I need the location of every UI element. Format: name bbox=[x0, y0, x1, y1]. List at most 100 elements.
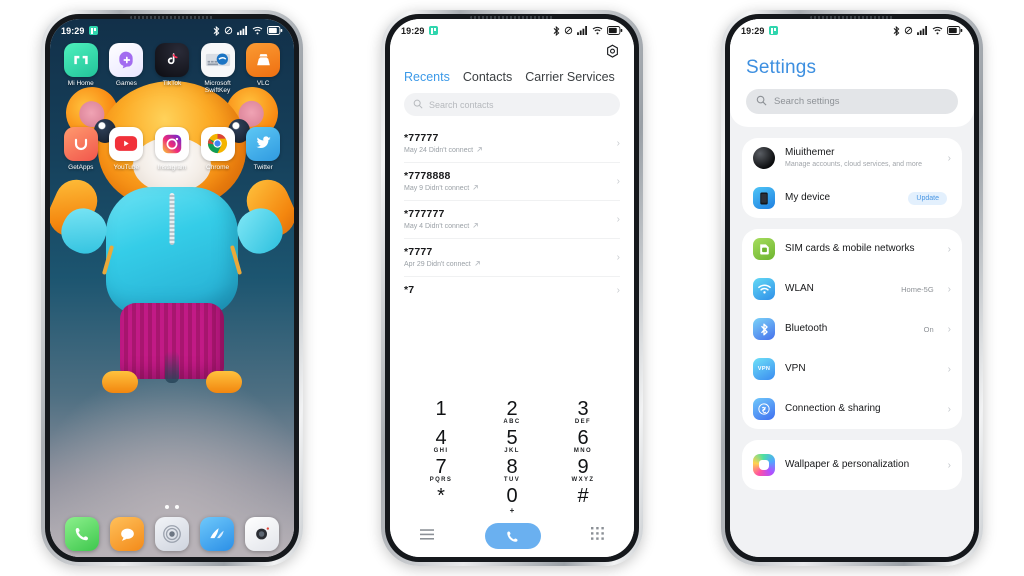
chevron-right-icon: › bbox=[947, 243, 951, 255]
phone-app[interactable] bbox=[65, 517, 100, 551]
home-dock bbox=[50, 517, 294, 551]
app-getapps[interactable]: GetApps bbox=[61, 126, 101, 171]
app-chrome[interactable]: Chrome bbox=[198, 126, 238, 171]
dialpad-key-1[interactable]: 1 bbox=[412, 398, 470, 426]
tab-carrier-services[interactable]: Carrier Services bbox=[525, 70, 615, 84]
page-dot bbox=[165, 505, 169, 509]
app-label: Twitter bbox=[253, 163, 273, 171]
call-log-row[interactable]: *77777 May 24 Didn't connect › bbox=[390, 125, 634, 162]
tab-recents[interactable]: Recents bbox=[404, 70, 450, 84]
settings-item-text: Miuithemer Manage accounts, cloud servic… bbox=[785, 147, 938, 169]
status-bar-left: 19:29 bbox=[741, 26, 778, 36]
silent-mode-icon bbox=[224, 26, 233, 35]
settings-item-miuithemer[interactable]: Miuithemer Manage accounts, cloud servic… bbox=[742, 138, 962, 178]
menu-icon[interactable] bbox=[420, 527, 434, 545]
app-youtube[interactable]: YouTube bbox=[106, 126, 146, 171]
settings-group-account: Miuithemer Manage accounts, cloud servic… bbox=[742, 138, 962, 219]
earpiece-grille bbox=[130, 16, 214, 19]
settings-item-title: My device bbox=[785, 192, 831, 203]
key-digit: 2 bbox=[506, 398, 518, 420]
tab-contacts[interactable]: Contacts bbox=[463, 70, 512, 84]
chevron-right-icon: › bbox=[616, 176, 620, 187]
settings-group-connectivity: SIM cards & mobile networks › WLAN Home-… bbox=[742, 229, 962, 430]
settings-item-text: VPN bbox=[785, 363, 938, 376]
page-indicator[interactable] bbox=[50, 505, 294, 509]
bear-leg-gap bbox=[165, 351, 179, 383]
browser-app[interactable] bbox=[199, 517, 234, 551]
dialpad-row: 7 PQRS 8 TUV 9 WXYZ bbox=[412, 456, 612, 484]
settings-item-wallpaper[interactable]: Wallpaper & personalization › bbox=[742, 440, 962, 490]
app-mi-home[interactable]: Mi Home bbox=[61, 43, 101, 95]
dialpad-key-5[interactable]: 5 JKL bbox=[483, 427, 541, 455]
settings-item-text: Bluetooth bbox=[785, 323, 914, 336]
dialpad-row: 1 2 ABC 3 DEF bbox=[412, 398, 612, 426]
wallpaper-icon bbox=[753, 454, 775, 477]
call-log-row[interactable]: *7778888 May 9 Didn't connect › bbox=[390, 163, 634, 200]
key-letters: WXYZ bbox=[571, 477, 595, 483]
app-instagram[interactable]: Instagram bbox=[152, 126, 192, 171]
settings-item-wlan[interactable]: WLAN Home-5G › bbox=[742, 269, 962, 309]
bear-foot-right bbox=[206, 371, 242, 393]
call-number: *7 bbox=[404, 284, 415, 296]
dialpad-key-9[interactable]: 9 WXYZ bbox=[554, 456, 612, 484]
app-games[interactable]: Games bbox=[106, 43, 146, 95]
app-swiftkey[interactable]: Microsoft SwiftKey bbox=[198, 43, 238, 95]
signal-icon bbox=[917, 26, 928, 35]
dialpad-key-star[interactable]: * bbox=[412, 485, 470, 516]
gear-icon[interactable] bbox=[605, 44, 620, 64]
status-bar-right bbox=[893, 25, 963, 36]
dialpad-key-7[interactable]: 7 PQRS bbox=[412, 456, 470, 484]
search-placeholder: Search contacts bbox=[429, 99, 494, 110]
battery-icon bbox=[267, 26, 283, 35]
page-title: Settings bbox=[746, 57, 817, 78]
dialpad-key-3[interactable]: 3 DEF bbox=[554, 398, 612, 426]
dialpad-key-hash[interactable]: # bbox=[554, 485, 612, 516]
earpiece-grille bbox=[470, 16, 554, 19]
settings-item-connection-sharing[interactable]: Connection & sharing › bbox=[742, 389, 962, 429]
settings-item-value: On bbox=[923, 324, 934, 334]
messages-app[interactable] bbox=[110, 517, 145, 551]
silent-mode-icon bbox=[564, 26, 573, 35]
settings-item-text: My device bbox=[785, 192, 898, 205]
dialpad-key-6[interactable]: 6 MNO bbox=[554, 427, 612, 455]
settings-item-sim-cards[interactable]: SIM cards & mobile networks › bbox=[742, 229, 962, 269]
app-vlc[interactable]: VLC bbox=[243, 43, 283, 95]
call-log-row[interactable]: *777777 May 4 Didn't connect › bbox=[390, 201, 634, 238]
twitter-icon bbox=[246, 126, 281, 161]
dialpad-icon[interactable] bbox=[591, 527, 604, 545]
call-log-row[interactable]: *7 › bbox=[390, 277, 634, 296]
earpiece-grille bbox=[810, 16, 894, 19]
search-settings-input[interactable]: Search settings bbox=[746, 89, 958, 114]
settings-app[interactable] bbox=[154, 517, 189, 551]
signal-icon bbox=[237, 26, 248, 35]
key-digit: * bbox=[437, 485, 445, 507]
call-button[interactable] bbox=[484, 523, 541, 549]
call-detail: May 24 Didn't connect bbox=[404, 146, 483, 155]
tiktok-icon bbox=[154, 43, 189, 77]
chevron-right-icon: › bbox=[947, 403, 951, 415]
update-badge[interactable]: Update bbox=[908, 191, 947, 205]
settings-item-title: SIM cards & mobile networks bbox=[785, 243, 915, 254]
call-log-row[interactable]: *7777 Apr 29 Didn't connect › bbox=[390, 239, 634, 276]
settings-item-my-device[interactable]: My device Update bbox=[742, 178, 962, 218]
settings-item-title: Wallpaper & personalization bbox=[785, 459, 910, 470]
outgoing-call-arrow-icon bbox=[476, 146, 483, 155]
camera-app[interactable] bbox=[244, 517, 279, 551]
dialpad-key-0[interactable]: 0 + bbox=[483, 485, 541, 516]
dialer-toolbar bbox=[390, 39, 634, 64]
app-tiktok[interactable]: TikTok bbox=[152, 43, 192, 95]
search-contacts-input[interactable]: Search contacts bbox=[404, 93, 620, 116]
bluetooth-icon bbox=[213, 25, 220, 36]
dialpad-key-8[interactable]: 8 TUV bbox=[483, 456, 541, 484]
settings-item-title: WLAN bbox=[785, 283, 814, 294]
dialpad-key-4[interactable]: 4 GHI bbox=[412, 427, 470, 455]
settings-header: Settings Search settings bbox=[730, 39, 974, 127]
notification-chip-icon bbox=[428, 26, 438, 35]
settings-item-subtitle: Manage accounts, cloud services, and mor… bbox=[785, 160, 922, 168]
settings-item-bluetooth[interactable]: Bluetooth On › bbox=[742, 309, 962, 349]
settings-item-vpn[interactable]: VPN VPN › bbox=[742, 349, 962, 389]
app-twitter[interactable]: Twitter bbox=[243, 126, 283, 171]
dialpad-key-2[interactable]: 2 ABC bbox=[483, 398, 541, 426]
status-bar-home: 19:29 bbox=[50, 19, 294, 39]
app-label: Microsoft SwiftKey bbox=[204, 80, 231, 95]
